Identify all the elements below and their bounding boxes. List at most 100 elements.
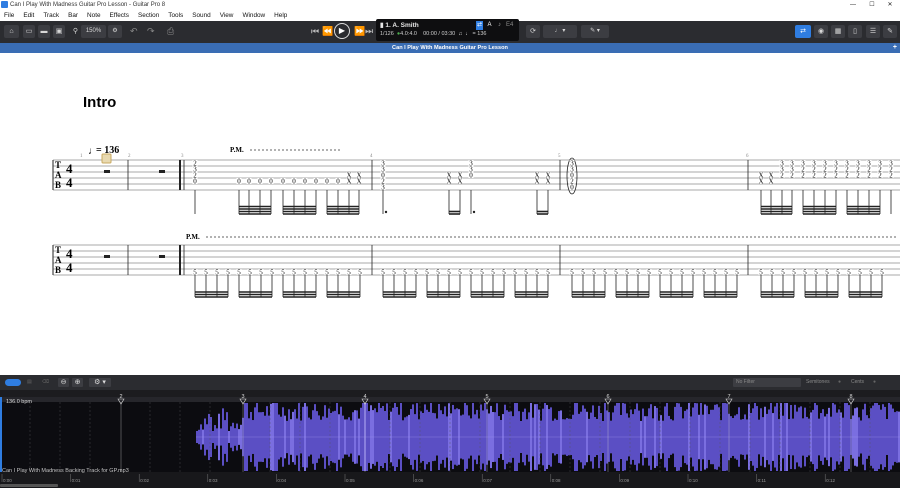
metronome-icon[interactable]: ♫ xyxy=(458,31,462,37)
tab-clef-letter: B xyxy=(55,180,61,190)
mixer-icon[interactable]: ☰ xyxy=(866,25,880,38)
whole-rest xyxy=(104,255,110,258)
zoom-select[interactable]: 150% xyxy=(81,25,106,38)
semitones-knob-icon[interactable]: ● xyxy=(838,378,841,387)
screen-view-icon[interactable]: ▣ xyxy=(53,25,65,38)
play-button[interactable]: ▶ xyxy=(334,23,350,39)
cents-knob-icon[interactable]: ● xyxy=(873,378,876,387)
ruler-label: 0:04 xyxy=(277,478,286,483)
edit-panel-icon[interactable]: ✎ xyxy=(883,25,897,38)
menu-note[interactable]: Note xyxy=(87,12,101,19)
title-bar: Can I Play With Madness Guitar Pro Lesso… xyxy=(0,0,900,10)
tab-clef-letter: A xyxy=(55,170,62,180)
guitar-staff-1: TAB442320 0 0 0 0 0 0 0 0 0 0XXXX33023XXXX330 XXXX3… xyxy=(52,157,900,215)
lcd-mode-icon[interactable]: ⇄ xyxy=(476,21,483,30)
ruler-label: 0:05 xyxy=(346,478,355,483)
swap-view-icon[interactable]: ⇄ xyxy=(795,25,811,38)
filter-select[interactable]: No Filter xyxy=(733,378,801,387)
fret-number: X xyxy=(346,178,351,186)
print-icon[interactable]: ⎙ xyxy=(167,26,174,37)
menu-tools[interactable]: Tools xyxy=(168,12,183,19)
fret-number: X xyxy=(356,178,361,186)
tab-clef-letter: T xyxy=(55,245,61,255)
fret-number: X xyxy=(534,178,539,186)
rewind-icon[interactable]: ⏪ xyxy=(322,26,333,37)
maximize-icon[interactable]: ☐ xyxy=(863,0,881,10)
lcd-time: 00:00 / 03:30 xyxy=(423,31,456,37)
horizontal-view-icon[interactable]: ▬ xyxy=(38,25,50,38)
page-view-icon[interactable]: ▭ xyxy=(23,25,35,38)
add-tab-icon[interactable]: + xyxy=(893,43,897,53)
menu-effects[interactable]: Effects xyxy=(110,12,129,19)
tablature-score[interactable]: Intro♩= 136TAB442320 0 0 0 0 0 0 0 0 0 0XXXX33023X… xyxy=(0,53,900,375)
view-options-icon[interactable]: ⚙ xyxy=(108,25,122,38)
lcd-track-name: 1. A. Smith xyxy=(385,22,419,29)
fret-number: 0 xyxy=(570,184,574,192)
fret-number: 0 xyxy=(469,172,473,180)
ruler-label: 0:00 xyxy=(3,478,12,483)
whole-rest xyxy=(159,170,165,173)
fret-number: X xyxy=(768,178,773,186)
keyboard-icon[interactable]: ▯ xyxy=(848,25,862,38)
ruler-label: 0:09 xyxy=(620,478,629,483)
audio-delete-icon[interactable]: ⌫ xyxy=(42,378,49,387)
menu-view[interactable]: View xyxy=(220,12,234,19)
skip-start-icon[interactable]: ⏮ xyxy=(311,26,319,37)
fret-number: 0 xyxy=(237,178,241,186)
audio-import-icon[interactable]: ▤ xyxy=(27,378,32,387)
instrument-icon[interactable]: ◉ xyxy=(814,25,828,38)
fret-number: 0 xyxy=(303,178,307,186)
audio-waveform[interactable]: 2 3 4 5 6 7 80:00 0:01 0:02 0:03 0:04 0:05 0:06 0:07 0… xyxy=(0,390,900,488)
zoom-icon[interactable]: ⚲ xyxy=(70,25,81,38)
menu-sound[interactable]: Sound xyxy=(192,12,210,19)
menu-edit[interactable]: Edit xyxy=(23,12,34,19)
staccato-dot xyxy=(472,210,476,214)
fret-number: 0 xyxy=(336,178,340,186)
bar-number: 1 xyxy=(80,154,83,159)
ruler-label: 0:06 xyxy=(415,478,424,483)
menu-section[interactable]: Section xyxy=(138,12,159,19)
undo-icon[interactable]: ↶ xyxy=(130,26,138,37)
note-duration-select[interactable]: ♩ ▾ xyxy=(543,25,577,38)
document-tab[interactable]: Can I Play With Madness Guitar Pro Lesso… xyxy=(392,45,508,51)
ruler-label: 0:11 xyxy=(758,478,767,483)
ruler-label: 0:01 xyxy=(72,478,81,483)
skip-end-icon[interactable]: ⏭ xyxy=(365,26,373,37)
home-icon[interactable]: ⌂ xyxy=(4,25,19,38)
lcd-tempo: ♩ = 136 xyxy=(465,31,487,37)
fret-number: 0 xyxy=(193,178,197,186)
bar-number: 3 xyxy=(181,154,184,159)
fret-number: X xyxy=(758,178,763,186)
loop-icon[interactable]: ⟳ xyxy=(526,25,540,38)
audio-timeline[interactable]: 2 3 4 5 6 7 8 0:00 0:01 0:02 0:03 0:04 0:05 0:06 0:07 0… xyxy=(0,390,900,488)
fret-number: 2 xyxy=(790,172,794,180)
staccato-dot xyxy=(384,210,388,214)
zoom-out-icon[interactable]: ⊖ xyxy=(58,378,69,387)
menu-file[interactable]: File xyxy=(4,12,14,19)
minimize-icon[interactable]: — xyxy=(844,0,862,10)
fret-number: 0 xyxy=(281,178,285,186)
redo-icon[interactable]: ↷ xyxy=(147,26,155,37)
whole-rest xyxy=(104,170,110,173)
close-icon[interactable]: ✕ xyxy=(881,0,899,10)
fret-number: X xyxy=(457,178,462,186)
pick-tool-icon[interactable]: ✎ ▾ xyxy=(581,25,609,38)
menu-track[interactable]: Track xyxy=(43,12,59,19)
audio-track-toggle[interactable] xyxy=(5,379,21,386)
zoom-in-icon[interactable]: ⊕ xyxy=(72,378,83,387)
tab-clef-letter: A xyxy=(55,255,62,265)
menu-window[interactable]: Window xyxy=(242,12,265,19)
fret-number: 2 xyxy=(823,172,827,180)
menu-help[interactable]: Help xyxy=(274,12,287,19)
menu-bar[interactable]: Bar xyxy=(68,12,78,19)
lcd-notation-icon[interactable]: A xyxy=(486,21,493,30)
audio-settings-icon[interactable]: ⚙ ▾ xyxy=(89,378,111,387)
fret-number: 0 xyxy=(314,178,318,186)
fast-forward-icon[interactable]: ⏩ xyxy=(354,26,365,37)
score-area[interactable]: Intro ♩ = 136 T A B 4 4 2 3 2 0 0 0 0 0 0 0 0 0 0 0 X X X X 3 3 0 2 3 X… xyxy=(0,53,900,375)
tempo-automation-label: 136.0 bpm xyxy=(6,399,32,405)
fretboard-icon[interactable]: ▦ xyxy=(831,25,845,38)
lcd-solo-icon[interactable]: ♪ xyxy=(496,21,503,30)
bar-number: 5 xyxy=(558,154,561,159)
fret-number: 0 xyxy=(292,178,296,186)
